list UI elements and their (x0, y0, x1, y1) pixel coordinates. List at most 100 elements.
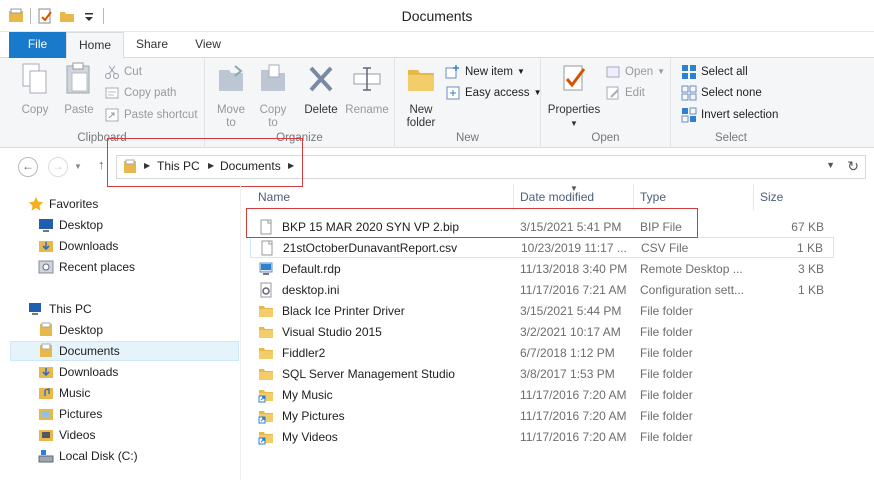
cut-button[interactable]: Cut (104, 62, 142, 82)
rdp-icon (259, 262, 273, 275)
file-row[interactable]: SQL Server Management Studio 3/8/2017 1:5… (250, 363, 834, 384)
edit-button[interactable]: Edit (605, 83, 645, 103)
file-row[interactable]: My Pictures 11/17/2016 7:20 AM File folder (250, 405, 834, 426)
file-date: 10/23/2019 11:17 ... (521, 240, 627, 255)
select-none-button[interactable]: Select none (681, 83, 762, 103)
up-button[interactable]: ↑ (98, 157, 105, 172)
move-to-button[interactable]: Move to (211, 62, 251, 130)
refresh-icon[interactable]: ↻ (847, 158, 859, 175)
file-type: File folder (640, 303, 693, 318)
shortcut-folder-icon (258, 431, 273, 444)
documents-folder-icon (40, 343, 52, 357)
blank-file-icon (261, 240, 273, 255)
nav-pc-downloads[interactable]: Downloads (38, 362, 238, 382)
column-header-name[interactable]: Name (252, 184, 514, 210)
file-row[interactable]: My Music 11/17/2016 7:20 AM File folder (250, 384, 834, 405)
properties-button[interactable]: Properties ▼ (545, 62, 603, 130)
column-header-size[interactable]: Size (754, 184, 834, 210)
delete-button[interactable]: Delete (301, 62, 341, 117)
forward-button[interactable]: → (48, 157, 68, 177)
shortcut-folder-icon (258, 389, 273, 402)
file-size: 67 KB (791, 219, 824, 234)
file-row[interactable]: Default.rdp 11/13/2018 3:40 PM Remote Desk… (250, 258, 834, 279)
desktop-icon (39, 219, 53, 232)
file-row[interactable]: Black Ice Printer Driver 3/15/2021 5:44 P… (250, 300, 834, 321)
file-row[interactable]: 21stOctoberDunavantReport.csv 10/23/2019 … (250, 237, 834, 258)
file-row[interactable]: My Videos 11/17/2016 7:20 AM File folder (250, 426, 834, 447)
new-item-button[interactable]: New item ▼ (445, 62, 525, 82)
back-button[interactable]: ← (18, 157, 38, 177)
file-size: 1 KB (797, 282, 824, 297)
window-title: Documents (401, 8, 473, 24)
recent-locations-dropdown[interactable]: ▼ (74, 162, 82, 171)
column-header-type[interactable]: Type (634, 184, 754, 210)
rename-button[interactable]: Rename (343, 62, 391, 117)
folder-icon (259, 368, 273, 380)
nav-fav-recent-places[interactable]: Recent places (38, 257, 238, 277)
copy-button[interactable]: Copy (14, 62, 56, 117)
easy-access-icon (446, 86, 460, 100)
edit-icon (606, 86, 619, 100)
nav-pc-music[interactable]: Music (38, 383, 238, 403)
nav-pc-videos[interactable]: Videos (38, 425, 238, 445)
paste-button[interactable]: Paste (58, 62, 100, 117)
copy-icon (22, 63, 47, 94)
file-date: 6/7/2018 1:12 PM (520, 345, 615, 360)
new-group-label: New (455, 132, 479, 144)
select-all-button[interactable]: Select all (681, 62, 748, 82)
file-date: 11/17/2016 7:20 AM (520, 408, 627, 423)
file-type: File folder (640, 429, 693, 444)
open-button[interactable]: Open ▼ (605, 62, 665, 82)
nav-pc-pictures[interactable]: Pictures (38, 404, 238, 424)
nav-pc-desktop[interactable]: Desktop (38, 320, 238, 340)
nav-this-pc[interactable]: This PC (28, 299, 228, 319)
nav-pc-local-disk[interactable]: Local Disk (C:) (38, 446, 238, 466)
ribbon-tabs: File Home Share View (0, 32, 874, 59)
drive-icon (38, 450, 54, 463)
nav-fav-downloads[interactable]: Downloads (38, 236, 238, 256)
select-all-icon (682, 65, 696, 79)
copy-to-button[interactable]: Copy to (253, 62, 293, 130)
nav-favorites[interactable]: Favorites (28, 194, 228, 214)
star-icon (28, 197, 44, 211)
copy-to-icon (261, 64, 285, 91)
videos-folder-icon (39, 430, 53, 441)
file-row[interactable]: Visual Studio 2015 3/2/2021 10:17 AM File … (250, 321, 834, 342)
tab-share[interactable]: Share (128, 32, 176, 58)
shortcut-folder-icon (258, 410, 273, 423)
file-row[interactable]: Fiddler2 6/7/2018 1:12 PM File folder (250, 342, 834, 363)
file-name: Default.rdp (282, 261, 341, 276)
scissors-icon (105, 65, 119, 79)
tab-home[interactable]: Home (66, 32, 124, 59)
file-date: 3/15/2021 5:44 PM (520, 303, 622, 318)
file-name: desktop.ini (282, 282, 340, 297)
nav-fav-desktop[interactable]: Desktop (38, 215, 238, 235)
chevron-down-icon: ▼ (516, 67, 525, 76)
new-folder-button[interactable]: New folder (401, 62, 441, 130)
easy-access-button[interactable]: Easy access ▼ (445, 83, 541, 103)
file-name: My Pictures (282, 408, 345, 423)
address-dropdown-icon[interactable]: ▼ (826, 160, 835, 170)
title-bar: Documents (0, 0, 874, 32)
computer-icon (29, 303, 41, 315)
file-type: Configuration sett... (640, 282, 745, 297)
clipboard-group: Copy Paste Cut Copy path Paste shortcut … (0, 58, 205, 148)
copy-path-button[interactable]: Copy path (104, 83, 176, 103)
nav-pc-documents[interactable]: Documents (10, 341, 239, 361)
forward-arrow-icon: → (52, 159, 64, 173)
file-name: My Videos (282, 429, 338, 444)
invert-selection-button[interactable]: Invert selection (681, 105, 778, 125)
tab-view[interactable]: View (184, 32, 232, 58)
file-size: 1 KB (796, 240, 823, 255)
folder-icon (259, 347, 273, 359)
file-row[interactable]: desktop.ini 11/17/2016 7:21 AM Configurati… (250, 279, 834, 300)
file-date: 11/17/2016 7:21 AM (520, 282, 627, 297)
music-folder-icon (39, 388, 53, 399)
paste-shortcut-button[interactable]: Paste shortcut (104, 105, 198, 125)
folder-icon (259, 305, 273, 317)
recent-places-icon (38, 260, 54, 274)
tab-file[interactable]: File (9, 32, 66, 58)
paste-shortcut-icon (105, 108, 119, 122)
file-name: SQL Server Management Studio (282, 366, 455, 381)
delete-x-icon (309, 66, 333, 92)
